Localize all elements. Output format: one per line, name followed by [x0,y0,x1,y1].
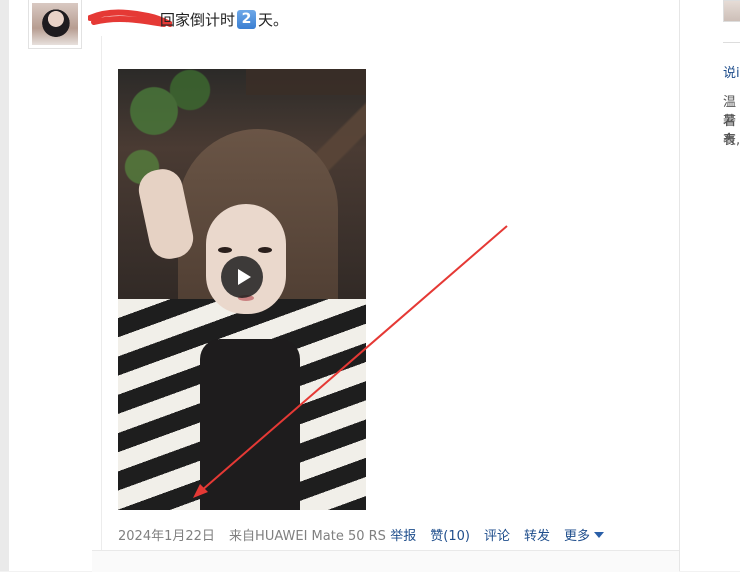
chevron-down-icon [594,531,604,538]
like-button[interactable]: 赞(10) [430,525,470,544]
sidebar-link[interactable]: 说i [723,62,740,81]
avatar-image [32,3,78,45]
video-person-eye-left [218,247,232,253]
page-left-margin [0,0,9,571]
thread-line [101,36,102,571]
post-text-after: 天。 [258,11,289,29]
post-text: 回家倒计时 2 天。 [160,9,288,30]
right-sidebar [680,0,740,571]
report-button[interactable]: 举报 [390,525,416,544]
video-person-shirt [200,339,300,510]
more-label: 更多 [563,529,590,544]
play-button[interactable] [221,256,263,298]
repost-button[interactable]: 转发 [524,525,550,544]
comment-area [92,550,679,572]
comment-button[interactable]: 评论 [484,525,510,544]
sidebar-divider [723,42,740,43]
sidebar-thumbnail[interactable] [723,0,740,22]
post-date[interactable]: 2024年1月22日 [118,529,215,544]
post-card: 回家倒计时 2 天。 2024年1月22日 来自HUAWEI Mate 50 R… [9,0,680,571]
post-text-before: 回家倒计时 [160,11,236,29]
user-avatar[interactable] [28,0,82,49]
sidebar-text-line-3: 表, [723,133,740,148]
play-icon [237,269,251,285]
number-two-keycap-emoji: 2 [237,10,257,29]
video-person-eye-right [258,247,272,253]
post-actions: 举报 赞(10) 评论 转发 更多 [390,525,604,544]
post-source: 来自HUAWEI Mate 50 RS [229,529,386,544]
more-button[interactable]: 更多 [564,525,604,544]
post-meta: 2024年1月22日 来自HUAWEI Mate 50 RS [118,525,386,544]
video-thumbnail[interactable] [118,69,366,510]
